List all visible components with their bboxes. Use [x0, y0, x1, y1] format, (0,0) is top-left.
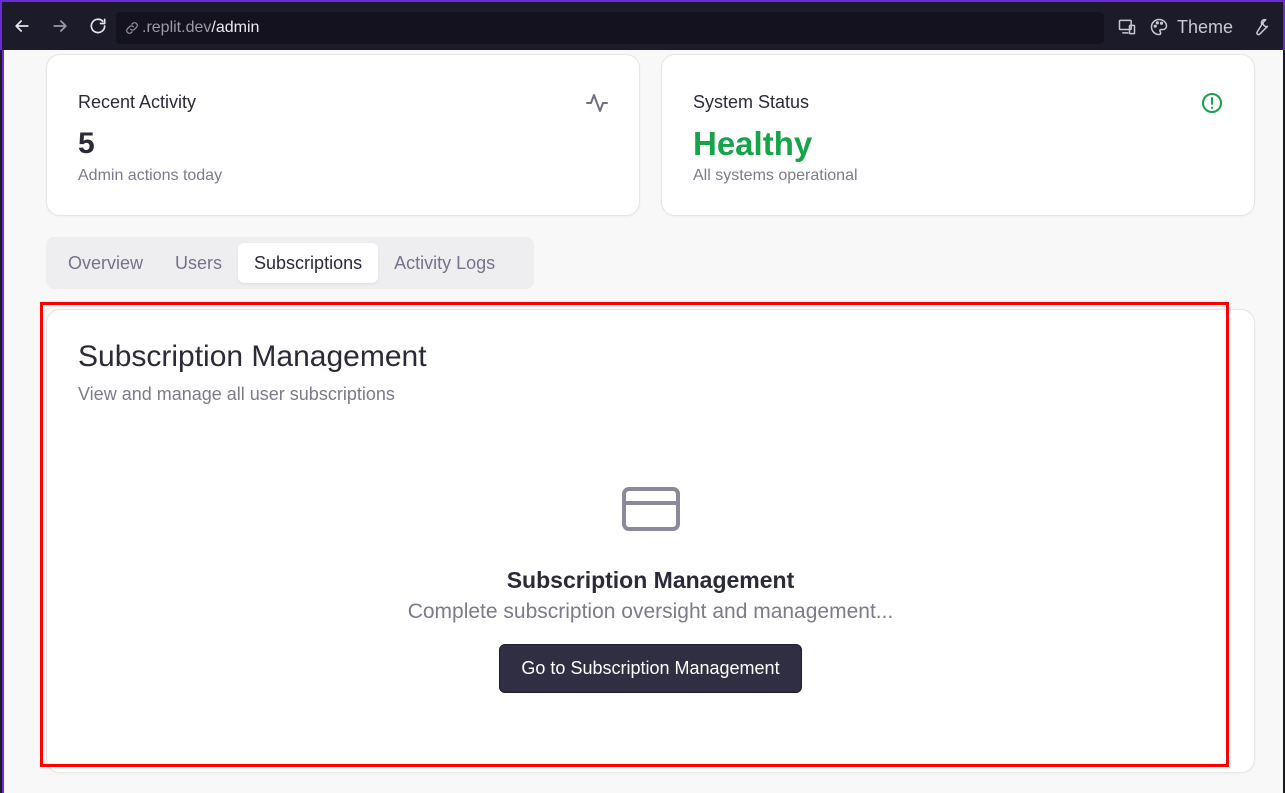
- wrench-icon[interactable]: [1251, 17, 1271, 37]
- placeholder-title: Subscription Management: [506, 567, 795, 593]
- admin-tabs: Overview Users Subscriptions Activity Lo…: [46, 237, 534, 289]
- link-icon: [126, 22, 138, 34]
- tab-activity-logs[interactable]: Activity Logs: [378, 243, 511, 283]
- palette-icon[interactable]: [1149, 17, 1169, 37]
- url-path: /admin: [211, 19, 260, 36]
- system-status-title: System Status: [693, 92, 810, 112]
- section-subtitle: View and manage all user subscriptions: [78, 384, 395, 404]
- url-host: .replit.dev: [142, 19, 212, 36]
- devices-icon[interactable]: [1117, 17, 1137, 37]
- go-to-subscription-management-button[interactable]: Go to Subscription Management: [499, 644, 802, 693]
- reload-button[interactable]: [80, 8, 116, 44]
- arrow-left-icon: [15, 20, 29, 32]
- system-status-card: System Status Healthy All systems operat…: [661, 54, 1255, 216]
- arrow-right-icon: [53, 20, 67, 32]
- browser-tools: Theme: [1117, 2, 1271, 52]
- system-status-subtitle: All systems operational: [693, 167, 858, 184]
- placeholder-block: Subscription Management Complete subscri…: [47, 486, 1254, 693]
- back-button[interactable]: [4, 8, 40, 44]
- tab-users[interactable]: Users: [159, 243, 238, 283]
- subscription-management-card: Subscription Management View and manage …: [46, 309, 1255, 773]
- recent-activity-title: Recent Activity: [78, 92, 197, 112]
- recent-activity-value: 5: [78, 127, 95, 160]
- placeholder-subtitle: Complete subscription oversight and mana…: [407, 600, 894, 623]
- admin-page: Recent Activity 5 Admin actions today Sy…: [2, 50, 1283, 793]
- forward-button[interactable]: [42, 8, 78, 44]
- section-title: Subscription Management: [78, 340, 427, 373]
- reload-icon: [90, 18, 106, 34]
- theme-button[interactable]: Theme: [1177, 17, 1233, 38]
- tab-overview[interactable]: Overview: [52, 243, 159, 283]
- system-status-value: Healthy: [693, 125, 813, 162]
- recent-activity-card: Recent Activity 5 Admin actions today: [46, 54, 640, 216]
- activity-icon: [585, 91, 609, 115]
- recent-activity-subtitle: Admin actions today: [78, 167, 223, 184]
- credit-card-icon: [621, 486, 681, 537]
- alert-circle-icon: [1200, 91, 1224, 115]
- browser-toolbar: .replit.dev/admin Theme: [0, 0, 1285, 50]
- tab-subscriptions[interactable]: Subscriptions: [238, 243, 379, 283]
- address-bar[interactable]: .replit.dev/admin: [116, 12, 1104, 44]
